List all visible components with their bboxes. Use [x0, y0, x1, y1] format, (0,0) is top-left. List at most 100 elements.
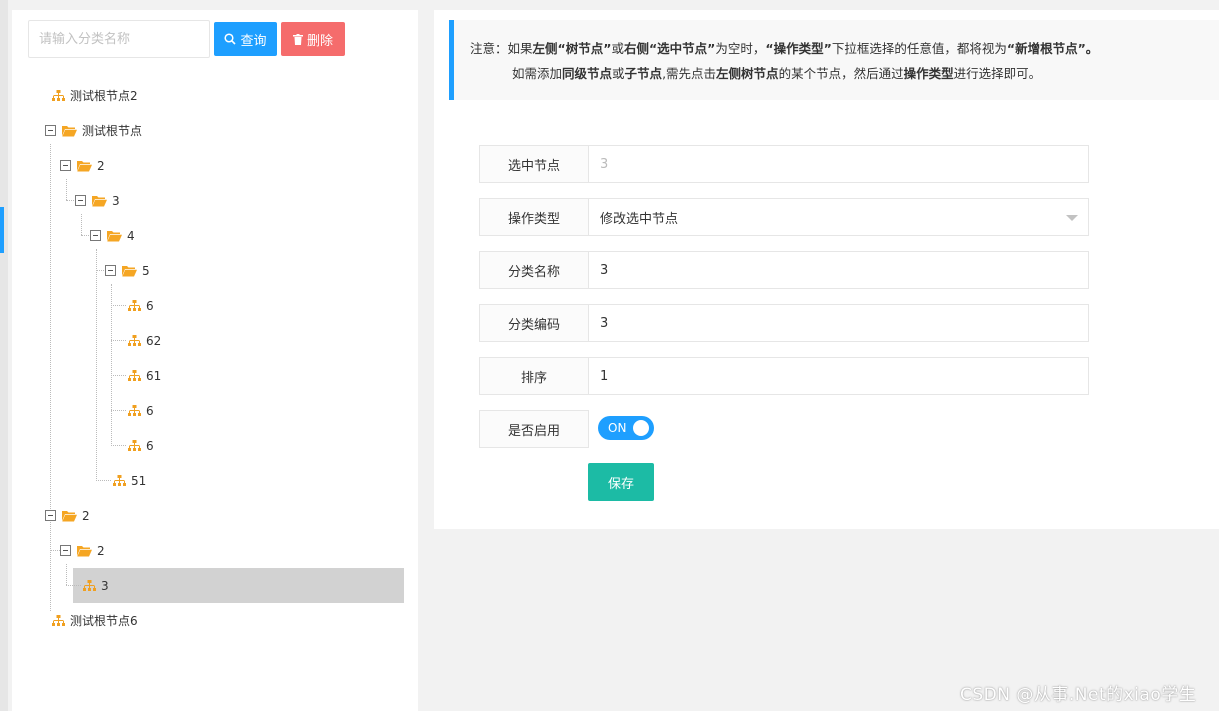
notice-emphasis: “新增根节点”。: [1006, 41, 1099, 56]
folder-open-icon: [77, 545, 92, 556]
tree-node-selected[interactable]: 3: [83, 568, 109, 603]
app-edge-strip: [0, 0, 8, 711]
operation-type-value: 修改选中节点: [600, 211, 679, 227]
edit-panel: 注意：如果左侧“树节点”或右侧“选中节点”为空时，“操作类型”下拉框选择的任意值…: [434, 10, 1219, 529]
tree-node[interactable]: 2: [60, 148, 105, 183]
category-code-label: 分类编码: [479, 304, 589, 342]
notice-emphasis: 同级节点: [562, 66, 613, 81]
category-name-label: 分类名称: [479, 251, 589, 289]
tree-node-label: 测试根节点2: [70, 89, 138, 103]
notice-emphasis: 左侧“树节点”: [532, 41, 612, 56]
selected-node-field: 3: [589, 145, 1089, 183]
notice-line-2: 如需添加同级节点或子节点,需先点击左侧树节点的某个节点，然后通过操作类型进行选择…: [470, 61, 1219, 86]
operation-type-select[interactable]: 修改选中节点: [589, 198, 1089, 236]
tree-node[interactable]: 测试根节点2: [52, 78, 138, 113]
notice-text: 进行选择即可。: [953, 66, 1042, 81]
folder-open-icon: [122, 265, 137, 276]
tree-node[interactable]: 61: [128, 358, 161, 393]
tree-node-label: 测试根节点6: [70, 614, 138, 628]
collapse-toggle-icon[interactable]: [105, 265, 116, 276]
chevron-down-icon: [1066, 215, 1078, 221]
tree-node[interactable]: 62: [128, 323, 161, 358]
tree-node[interactable]: 2: [60, 533, 105, 568]
folder-open-icon: [107, 230, 122, 241]
category-name-input[interactable]: 3: [589, 251, 1089, 289]
notice-text: 为空时，: [715, 41, 766, 56]
tree-node-label: 测试根节点: [82, 124, 143, 138]
folder-open-icon: [62, 125, 77, 136]
enabled-toggle-text: ON: [608, 421, 627, 435]
toggle-knob: [633, 420, 649, 436]
leaf-node-icon: [128, 439, 141, 451]
tree-node-label: 6: [146, 403, 154, 418]
leaf-node-icon: [52, 89, 65, 101]
sort-row: 排序 1: [479, 357, 1089, 395]
tree-connector: [111, 410, 126, 411]
notice-text: 或: [611, 41, 624, 56]
tree-node[interactable]: 6: [128, 393, 154, 428]
sort-input[interactable]: 1: [589, 357, 1089, 395]
watermark: CSDN @从事.Net的xiao学生: [960, 685, 1197, 705]
notice-emphasis: 操作类型: [903, 66, 954, 81]
category-code-row: 分类编码 3: [479, 304, 1089, 342]
tree-node[interactable]: 2: [45, 498, 90, 533]
tree-connector: [66, 585, 81, 586]
tree-node[interactable]: 6: [128, 288, 154, 323]
notice-emphasis: 子节点: [624, 66, 663, 81]
collapse-toggle-icon[interactable]: [45, 125, 56, 136]
tree-connector: [50, 550, 60, 551]
tree-node-label: 62: [146, 333, 162, 348]
tree-node-label: 51: [131, 473, 147, 488]
collapse-toggle-icon[interactable]: [45, 510, 56, 521]
leaf-node-icon: [52, 614, 65, 626]
leaf-node-icon: [113, 474, 126, 486]
notice-box: 注意：如果左侧“树节点”或右侧“选中节点”为空时，“操作类型”下拉框选择的任意值…: [449, 20, 1219, 100]
notice-line-1: 注意：如果左侧“树节点”或右侧“选中节点”为空时，“操作类型”下拉框选择的任意值…: [470, 36, 1219, 61]
collapse-toggle-icon[interactable]: [75, 195, 86, 206]
category-name-row: 分类名称 3: [479, 251, 1089, 289]
folder-open-icon: [62, 510, 77, 521]
app-edge-accent: [0, 207, 4, 253]
tree-node-label: 3: [112, 193, 120, 208]
tree-node-label: 6: [146, 298, 154, 313]
tree-connector: [111, 284, 112, 446]
notice-emphasis: 左侧树节点: [716, 66, 779, 81]
folder-open-icon: [92, 195, 107, 206]
tree-node-label: 6: [146, 438, 154, 453]
leaf-node-icon: [128, 299, 141, 311]
selected-row-highlight: [73, 568, 404, 603]
save-button[interactable]: 保存: [588, 463, 654, 501]
notice-emphasis: 右侧“选中节点”: [623, 41, 716, 56]
tree-connector: [111, 305, 126, 306]
tree-node-label: 3: [101, 578, 109, 593]
enabled-label: 是否启用: [479, 410, 589, 448]
collapse-toggle-icon[interactable]: [60, 160, 71, 171]
tree-node[interactable]: 51: [113, 463, 146, 498]
tree-connector: [111, 445, 126, 446]
tree-node-label: 2: [97, 158, 105, 173]
collapse-toggle-icon[interactable]: [60, 545, 71, 556]
enabled-toggle[interactable]: ON: [598, 416, 654, 440]
leaf-node-icon: [128, 369, 141, 381]
tree-node-label: 2: [82, 508, 90, 523]
tree-node[interactable]: 6: [128, 428, 154, 463]
tree-node[interactable]: 4: [90, 218, 135, 253]
notice-text: ,需先点击: [662, 66, 717, 81]
tree-node[interactable]: 5: [105, 253, 150, 288]
tree-connector: [96, 249, 97, 481]
category-tree: 测试根节点2 测试根节点 2 3 4 5 6 62 61 6 6 51 2 2 …: [12, 10, 418, 711]
collapse-toggle-icon[interactable]: [90, 230, 101, 241]
category-code-input[interactable]: 3: [589, 304, 1089, 342]
leaf-node-icon: [128, 334, 141, 346]
tree-connector: [50, 144, 51, 611]
tree-node[interactable]: 测试根节点6: [52, 603, 138, 638]
notice-emphasis: “操作类型”: [765, 41, 832, 56]
notice-text: 注意：如果: [470, 41, 533, 56]
operation-type-label: 操作类型: [479, 198, 589, 236]
tree-node[interactable]: 测试根节点: [45, 113, 142, 148]
sort-label: 排序: [479, 357, 589, 395]
tree-node[interactable]: 3: [75, 183, 120, 218]
notice-text: 或: [612, 66, 625, 81]
operation-type-row: 操作类型 修改选中节点: [479, 198, 1089, 236]
tree-connector: [111, 340, 126, 341]
